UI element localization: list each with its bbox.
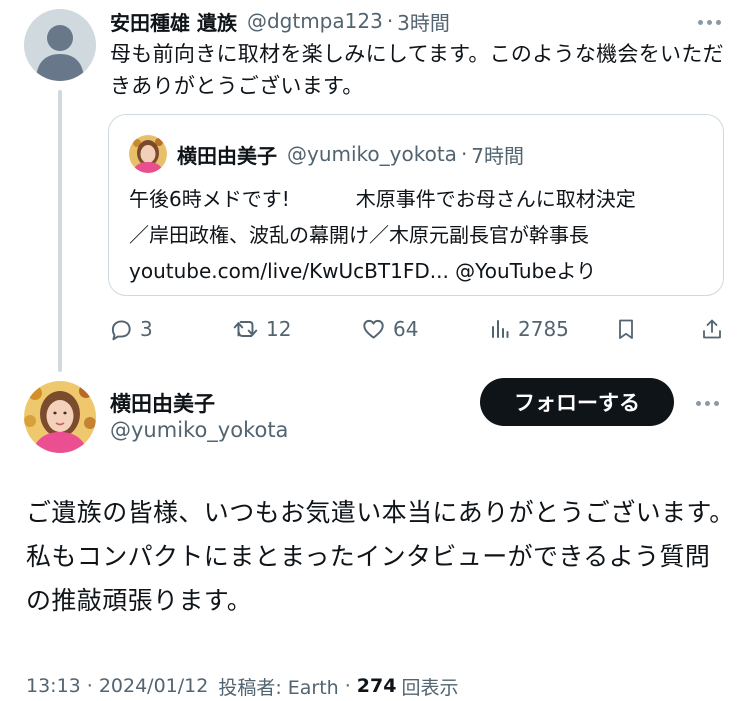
views-count: 2785 [518, 317, 569, 341]
tweet-time[interactable]: 13:13 [26, 675, 81, 697]
portrait-icon [24, 381, 96, 453]
reply-count: 3 [140, 317, 153, 341]
main-body-text: ご遺族の皆様、いつもお気遣い本当にありがとうございます。 私もコンパクトにまとま… [26, 498, 748, 615]
quote-line-3[interactable]: youtube.com/live/KwUcBT1FD... @YouTubeより [129, 253, 709, 289]
like-count: 64 [393, 317, 419, 341]
reply-author-name[interactable]: 安田種雄 遺族 [110, 7, 237, 36]
portrait-icon [129, 135, 167, 173]
main-author-handle[interactable]: @yumiko_yokota [110, 418, 288, 442]
views-action[interactable]: 2785 [488, 312, 569, 346]
quote-author-avatar[interactable] [129, 135, 167, 173]
main-author-name[interactable]: 横田由美子 [110, 388, 215, 418]
quote-header: 横田由美子 @yumiko_yokota · 7時間 [177, 139, 524, 169]
tweet-date[interactable]: 2024/01/12 [99, 675, 209, 697]
share-icon [703, 319, 721, 339]
quote-line-1-a: 午後6時メドです! [129, 187, 290, 211]
thread-connector-line [58, 90, 62, 372]
default-avatar[interactable] [24, 9, 96, 81]
reply-icon [111, 320, 131, 341]
reply-author-handle[interactable]: @dgtmpa123 [247, 9, 383, 33]
repost-count: 12 [266, 317, 292, 341]
person-silhouette-icon [36, 25, 84, 81]
tweet-poster: 投稿者: Earth [218, 676, 339, 699]
bookmark-icon [619, 319, 633, 339]
bookmark-action[interactable] [614, 312, 638, 346]
quote-author-handle[interactable]: @yumiko_yokota [287, 142, 457, 166]
views-icon [492, 320, 509, 338]
quote-line-1: 午後6時メドです! 木原事件でお母さんに取材決定 [129, 181, 709, 217]
quote-timestamp[interactable]: 7時間 [471, 140, 524, 169]
reply-action[interactable]: 3 [108, 312, 153, 346]
share-action[interactable] [700, 312, 724, 346]
reply-timestamp[interactable]: 3時間 [397, 7, 450, 36]
more-icon[interactable] [694, 12, 724, 32]
quote-separator: · [460, 142, 468, 166]
meta-separator: · [86, 675, 93, 697]
quote-line-1-b: 木原事件でお母さんに取材決定 [355, 187, 636, 211]
reply-body-text: 母も前向きに取材を楽しみにしてます。このような機会をいただきありがとうございます… [110, 42, 724, 98]
quote-body-text: 午後6時メドです! 木原事件でお母さんに取材決定 ／岸田政権、波乱の幕開け／木原元… [129, 181, 709, 289]
main-author-avatar[interactable] [24, 381, 96, 453]
quote-line-2: ／岸田政権、波乱の幕開け／木原元副長官が幹事長 [129, 223, 589, 247]
meta-separator: · [344, 675, 351, 697]
view-count: 274 [356, 675, 397, 697]
reply-separator: · [386, 9, 394, 33]
repost-action[interactable]: 12 [232, 312, 291, 346]
heart-icon [363, 319, 384, 339]
like-action[interactable]: 64 [360, 312, 418, 346]
follow-button[interactable]: フォローする [480, 378, 674, 426]
tweet-meta: 13:13 · 2024/01/12 投稿者: Earth · 274 回表示 [26, 672, 458, 700]
more-icon[interactable] [692, 393, 722, 413]
reply-header: 安田種雄 遺族 @dgtmpa123 · 3時間 [110, 6, 450, 36]
quote-author-name[interactable]: 横田由美子 [177, 140, 277, 169]
repost-icon [233, 321, 258, 337]
quoted-tweet-card[interactable]: 横田由美子 @yumiko_yokota · 7時間 午後6時メドです! 木原事件… [108, 114, 724, 296]
view-count-label: 回表示 [401, 676, 459, 699]
